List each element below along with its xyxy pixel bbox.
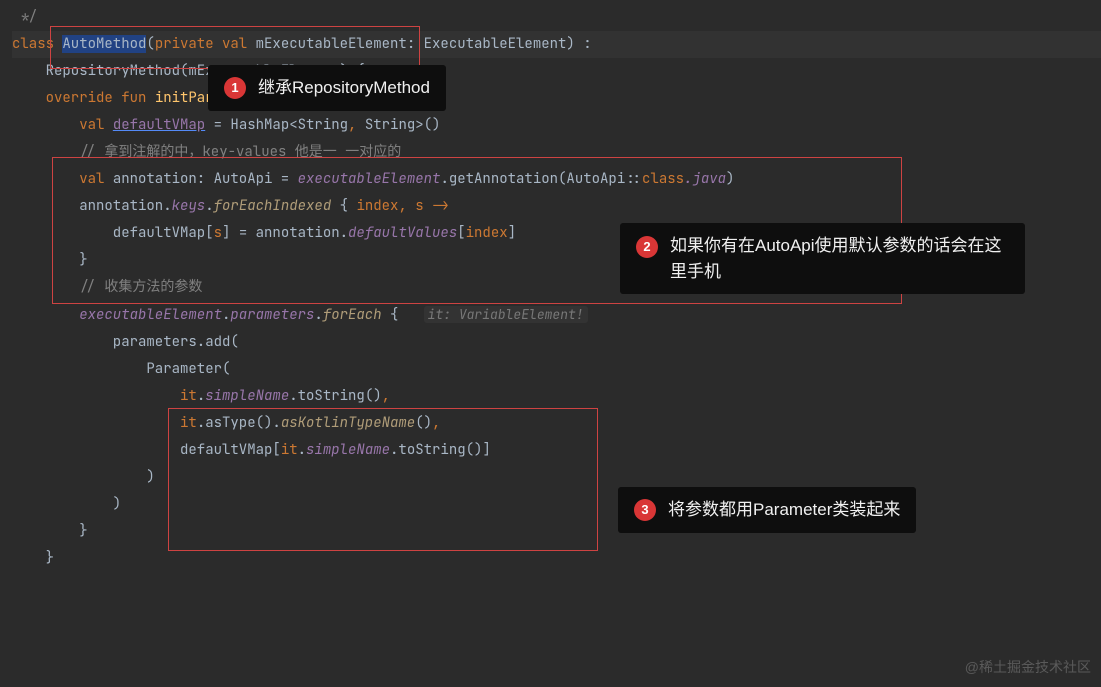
annotation-callout-3: 3 将参数都用Parameter类装起来	[618, 487, 916, 533]
code-line: executableElement.parameters.forEach { i…	[12, 301, 1101, 329]
code-line: val annotation: AutoApi = executableElem…	[12, 166, 1101, 193]
code-line: override fun initParameters() {	[12, 85, 1101, 112]
annotation-text-1: 继承RepositoryMethod	[258, 75, 430, 101]
inline-hint: it: VariableElement!	[424, 306, 588, 323]
annotation-text-2: 如果你有在AutoApi使用默认参数的话会在这里手机	[670, 233, 1009, 284]
badge-2: 2	[636, 236, 658, 258]
code-line: Parameter(	[12, 356, 1101, 383]
annotation-callout-2: 2 如果你有在AutoApi使用默认参数的话会在这里手机	[620, 223, 1025, 294]
code-line: }	[12, 518, 1101, 545]
code-line: */	[12, 4, 1101, 31]
badge-3: 3	[634, 499, 656, 521]
code-line: annotation.keys.forEachIndexed { index, …	[12, 193, 1101, 220]
code-line-comment: // 拿到注解的中，key-values 他是一 一对应的	[12, 139, 1101, 166]
code-line: class AutoMethod(private val mExecutable…	[12, 31, 1101, 58]
code-line: it.simpleName.toString(),	[12, 383, 1101, 410]
annotation-callout-1: 1 继承RepositoryMethod	[208, 65, 446, 111]
code-line: }	[12, 545, 1101, 572]
code-line: )	[12, 491, 1101, 518]
code-line: RepositoryMethod(mExecutableElement) {	[12, 58, 1101, 85]
code-line: )	[12, 464, 1101, 491]
code-line: parameters.add(	[12, 329, 1101, 356]
code-line: defaultVMap[it.simpleName.toString()]	[12, 437, 1101, 464]
annotation-text-3: 将参数都用Parameter类装起来	[668, 497, 900, 523]
selected-text: AutoMethod	[62, 35, 146, 53]
code-line: val defaultVMap = HashMap<String, String…	[12, 112, 1101, 139]
code-line: it.asType().asKotlinTypeName(),	[12, 410, 1101, 437]
watermark: @稀土掘金技术社区	[965, 654, 1091, 681]
badge-1: 1	[224, 77, 246, 99]
